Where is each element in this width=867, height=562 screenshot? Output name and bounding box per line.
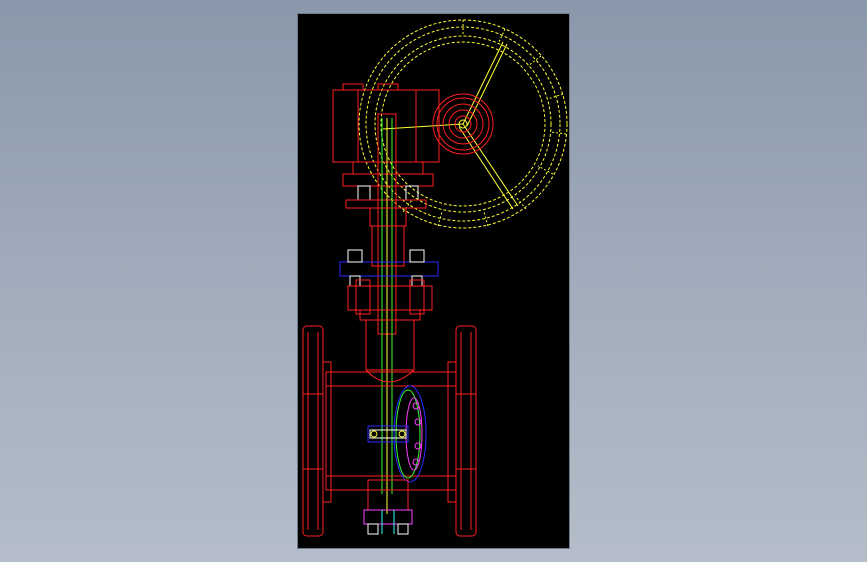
bottom-cap: [363, 479, 413, 535]
handwheel: [358, 19, 568, 229]
valve-disc: [367, 385, 427, 483]
right-end-flange: [447, 325, 477, 537]
upper-bolt-flange: [339, 249, 439, 287]
bonnet-flange: [347, 279, 433, 383]
valve-body: [325, 371, 457, 491]
handwheel-rim-ticks: [402, 20, 567, 227]
cad-drawing: [302, 19, 568, 537]
cad-viewport[interactable]: [297, 13, 570, 549]
left-end-flange: [302, 325, 332, 537]
